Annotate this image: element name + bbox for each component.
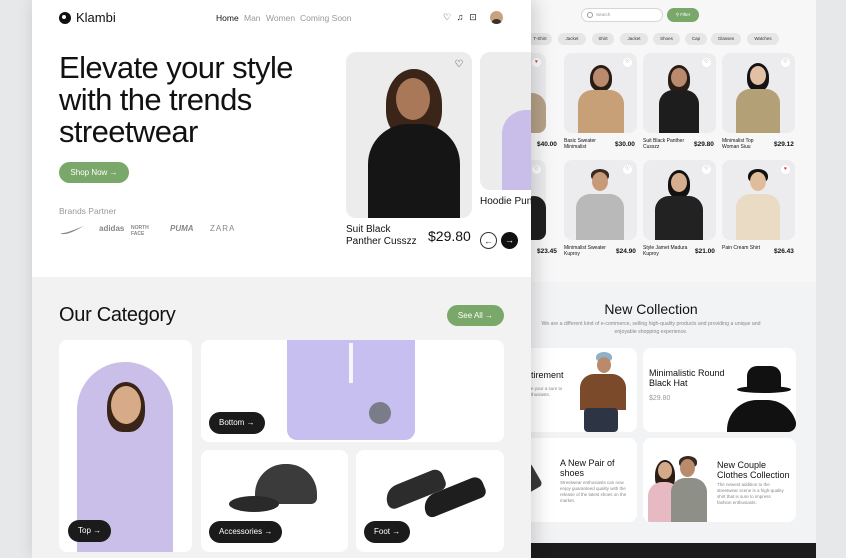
brand-north-face: NORTH FACE (131, 225, 149, 237)
chip-jacket[interactable]: Jacket (558, 33, 586, 45)
chip-shirt[interactable]: Shirt (592, 33, 614, 45)
product-name: Minimalist Top Woman Siuu (722, 138, 754, 150)
footer-bar (486, 543, 816, 558)
product-price: $29.12 (774, 141, 794, 148)
collection-card[interactable]: New Couple Clothes Collection The newest… (643, 438, 796, 522)
product-name: Suit Black Panther Cusszz (643, 138, 685, 150)
chip-jacket-2[interactable]: Jacket (620, 33, 648, 45)
collection-card-price: $29.80 (649, 395, 671, 402)
featured-product-card[interactable]: ♡ (346, 52, 472, 218)
collection-card-desc: Streetwear enthusiasts can now enjoy gua… (560, 480, 627, 503)
brand-adidas: adidas (99, 224, 125, 233)
heart-icon[interactable]: ♡ (452, 58, 466, 72)
product-card[interactable]: ♡ (643, 160, 716, 240)
featured-product-name: Hoodie Pun Sweetie (480, 196, 531, 207)
product-name: Minimalist Sweater Kuproy (564, 245, 606, 257)
home-page-panel: Klambi Home Man Women Coming Soon ♡ ♫ ⊡ … (32, 0, 531, 558)
collection-card-title: New Couple Clothes Collection (717, 460, 790, 480)
category-card-accessories[interactable]: Accessories → (201, 450, 348, 552)
nav-coming-soon[interactable]: Coming Soon (300, 13, 352, 23)
product-card[interactable]: ♡ (564, 53, 637, 133)
collection-card-desc: ade your a sure to enthusiasts. (526, 386, 563, 397)
collection-card-title: A New Pair of shoes (560, 458, 615, 478)
heart-icon[interactable]: ♡ (532, 165, 541, 174)
collection-card[interactable]: Minimalistic Round Black Hat $29.80 (643, 348, 796, 432)
chip-tshirt[interactable]: T-Shirt (528, 33, 552, 45)
shop-now-button[interactable]: Shop Now → (59, 162, 129, 183)
avatar[interactable] (490, 11, 503, 24)
product-card[interactable]: ♡ (564, 160, 637, 240)
product-card[interactable]: ♡ (722, 53, 795, 133)
filter-button[interactable]: ⚲ Filter (667, 8, 699, 22)
bell-icon[interactable]: ♫ (455, 12, 465, 22)
heart-icon[interactable]: ♥ (781, 165, 790, 174)
brand-puma: PUMA (170, 224, 194, 233)
category-accessories-button[interactable]: Accessories → (209, 521, 283, 543)
featured-product-price: $29.80 (428, 228, 471, 244)
product-price: $26.43 (774, 248, 794, 255)
product-price: $30.00 (615, 141, 635, 148)
search-icon (587, 12, 593, 18)
category-card-bottom[interactable]: Bottom → (201, 340, 504, 442)
collection-card-title: Minimalistic Round Black Hat (649, 368, 725, 388)
chip-glasses[interactable]: Glasses (711, 33, 741, 45)
new-collection-subtitle: We are a different kind of e-commerce, s… (541, 321, 761, 335)
filter-label: Filter (680, 12, 691, 17)
category-card-foot[interactable]: Foot → (356, 450, 504, 552)
shop-page-panel: Search ⚲ Filter T-Shirt Jacket Shirt Jac… (486, 0, 816, 558)
prev-arrow-button[interactable]: ← (480, 232, 497, 249)
chip-watches[interactable]: Watches (747, 33, 779, 45)
product-price: $24.90 (616, 248, 636, 255)
featured-product-name: Suit Black Panther Cusszz (346, 224, 417, 247)
category-top-button[interactable]: Top → (68, 520, 112, 542)
brand-zara: ZARA (210, 224, 236, 233)
product-name: Pain Cream Shirt (722, 245, 761, 251)
product-card[interactable]: ♥ (722, 160, 795, 240)
category-card-top[interactable]: Top → (59, 340, 192, 552)
nav-women[interactable]: Women (266, 13, 295, 23)
heart-icon[interactable]: ♡ (702, 58, 711, 67)
product-price: $40.00 (537, 141, 557, 148)
chip-shoes[interactable]: Shoes (653, 33, 680, 45)
brands-partner-label: Brands Partner (59, 206, 117, 216)
hero-headline: Elevate your style with the trends stree… (59, 50, 293, 149)
product-name: Basic Sweater Minimalist (564, 138, 596, 150)
heart-icon[interactable]: ♡ (442, 12, 452, 22)
product-price: $21.00 (695, 248, 715, 255)
logo-text[interactable]: Klambi (76, 10, 116, 25)
nike-logo-icon (60, 226, 84, 235)
collection-card-desc: The newest addition to the streetwear sc… (717, 482, 784, 505)
new-collection-title: New Collection (604, 301, 698, 317)
cap-brim (229, 496, 279, 512)
product-card[interactable]: ♡ (643, 53, 716, 133)
product-price: $29.80 (694, 141, 714, 148)
category-foot-button[interactable]: Foot → (364, 521, 411, 543)
heart-icon[interactable]: ♡ (702, 165, 711, 174)
nav-man[interactable]: Man (244, 13, 261, 23)
heart-icon[interactable]: ♥ (532, 58, 541, 67)
nav-home[interactable]: Home (216, 13, 239, 23)
drawstring (349, 343, 353, 383)
heart-icon[interactable]: ♡ (623, 165, 632, 174)
collection-card-title: etirement (526, 370, 564, 380)
product-name: Style Jamet Madura Kuproy (643, 245, 688, 257)
heart-icon[interactable]: ♡ (623, 58, 632, 67)
category-bottom-button[interactable]: Bottom → (209, 412, 265, 434)
heart-icon[interactable]: ♡ (781, 58, 790, 67)
next-arrow-button[interactable]: → (501, 232, 518, 249)
hat-brim (737, 386, 791, 393)
featured-product-card[interactable] (480, 52, 531, 190)
logo-icon[interactable] (59, 12, 71, 24)
patch-badge (369, 402, 391, 424)
search-placeholder: Search (596, 12, 611, 17)
search-input[interactable]: Search (581, 8, 663, 22)
category-title: Our Category (59, 304, 176, 326)
bag-icon[interactable]: ⊡ (468, 12, 478, 22)
see-all-button[interactable]: See All → (447, 305, 504, 326)
chip-cap[interactable]: Cap (685, 33, 707, 45)
product-price: $23.45 (537, 248, 557, 255)
